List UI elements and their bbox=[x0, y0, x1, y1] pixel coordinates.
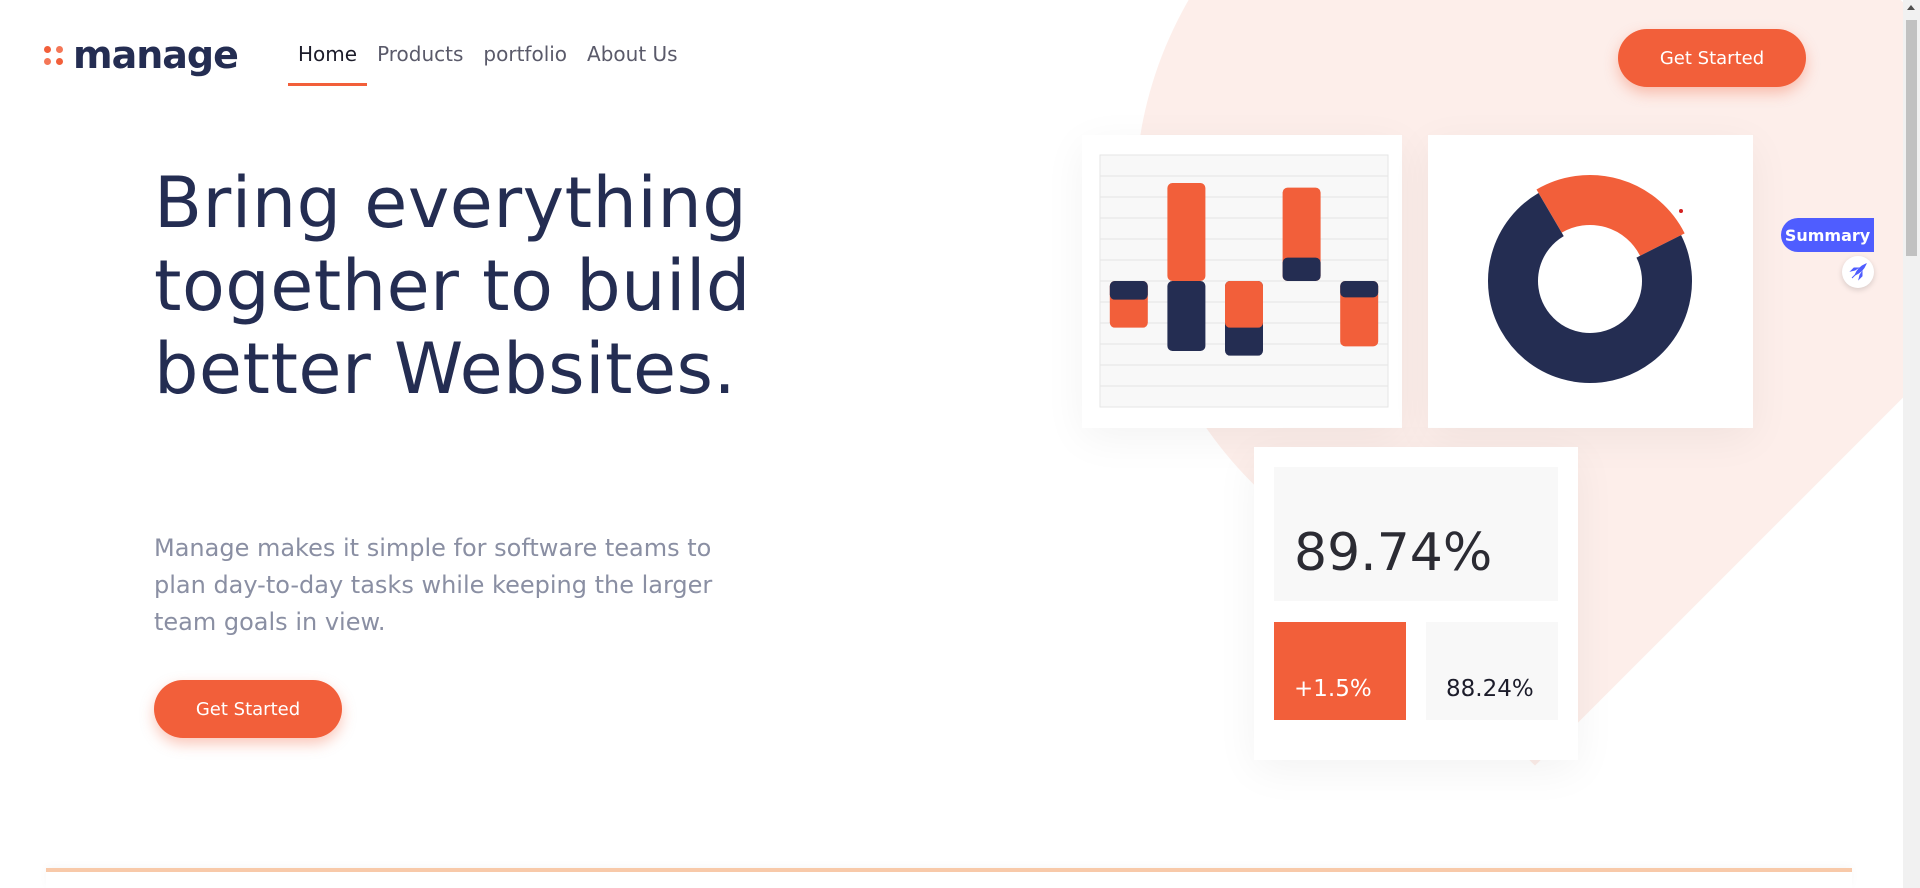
bar-2-series-1 bbox=[1167, 183, 1206, 281]
logo-dots-icon bbox=[44, 45, 63, 65]
bar-chart-card bbox=[1082, 135, 1402, 428]
nav-item-about-us[interactable]: About Us bbox=[577, 42, 688, 86]
stats-card: 89.74% +1.5% 88.24% bbox=[1254, 447, 1578, 760]
donut-chart-card bbox=[1428, 135, 1753, 428]
logo-text: manage bbox=[73, 33, 239, 77]
rocket-icon[interactable] bbox=[1842, 256, 1874, 288]
main-stat-box: 89.74% bbox=[1274, 467, 1558, 601]
summary-button[interactable]: Summary bbox=[1781, 218, 1874, 252]
nav-item-products[interactable]: Products bbox=[367, 42, 473, 86]
scrollbar-thumb[interactable] bbox=[1906, 20, 1917, 256]
background-decoration bbox=[0, 0, 1920, 888]
donut-slice-orange bbox=[1536, 175, 1685, 257]
donut-chart bbox=[1488, 175, 1692, 383]
change-stat-box: +1.5% bbox=[1274, 622, 1406, 720]
logo[interactable]: manage bbox=[44, 33, 239, 77]
bar-chart bbox=[1099, 154, 1389, 408]
nav-item-portfolio[interactable]: portfolio bbox=[473, 42, 577, 86]
scroll-up-arrow-icon[interactable] bbox=[1907, 5, 1915, 10]
hero-description: Manage makes it simple for software team… bbox=[154, 534, 713, 636]
change-stat-value: +1.5% bbox=[1294, 676, 1372, 702]
hero-title: Bring everything together to build bette… bbox=[154, 162, 751, 410]
scrollbar[interactable] bbox=[1903, 0, 1920, 888]
marker-dot bbox=[1679, 209, 1683, 213]
header-get-started-button[interactable]: Get Started bbox=[1618, 29, 1806, 87]
bar-5-series-2 bbox=[1340, 281, 1379, 298]
bar-4-series-2 bbox=[1282, 257, 1321, 281]
main-stat-value: 89.74% bbox=[1294, 523, 1493, 583]
bar-2-series-2 bbox=[1167, 281, 1206, 351]
bar-1-series-2 bbox=[1109, 281, 1148, 300]
hero-get-started-button[interactable]: Get Started bbox=[154, 680, 342, 738]
section-divider bbox=[46, 868, 1852, 888]
main-nav: Home Products portfolio About Us bbox=[288, 42, 688, 86]
secondary-stat-box: 88.24% bbox=[1426, 622, 1558, 720]
nav-item-home[interactable]: Home bbox=[288, 42, 368, 86]
bar-3-series-1 bbox=[1225, 281, 1263, 328]
secondary-stat-value: 88.24% bbox=[1446, 676, 1534, 702]
